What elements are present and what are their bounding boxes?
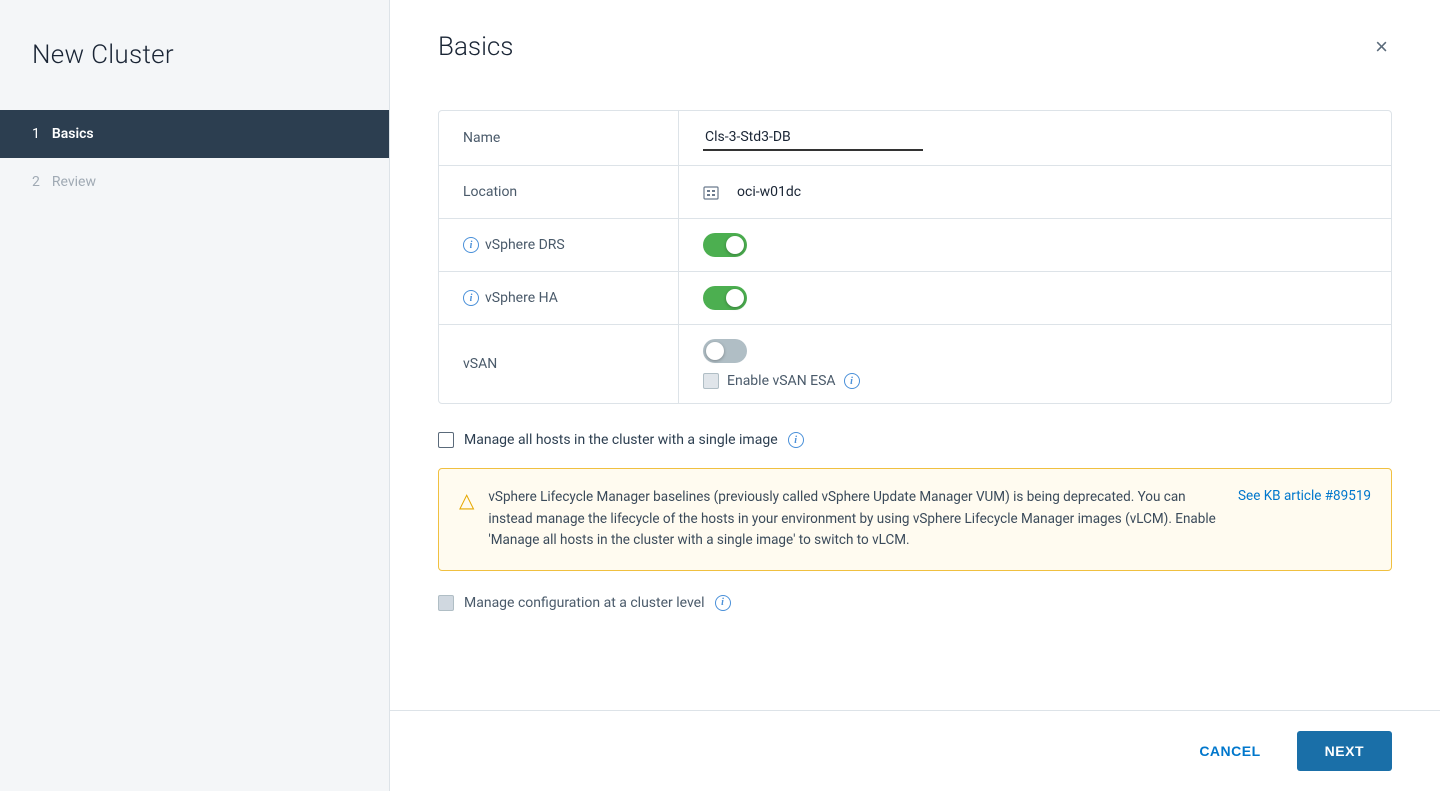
location-label: Location: [439, 166, 679, 218]
vsan-value-cell: Enable vSAN ESA i: [679, 325, 1391, 403]
vsphere-drs-label-cell: i vSphere DRS: [439, 219, 679, 271]
main-body: Name Location oci-w01dc i: [390, 86, 1440, 710]
step-2-number: 2: [32, 174, 40, 190]
vsan-esa-info-icon[interactable]: i: [844, 373, 860, 389]
step-1-label: Basics: [52, 126, 94, 142]
close-button[interactable]: ×: [1371, 32, 1392, 62]
config-row: Manage configuration at a cluster level …: [438, 595, 1392, 611]
single-image-info-icon[interactable]: i: [788, 432, 804, 448]
sidebar: New Cluster 1 Basics 2 Review: [0, 0, 390, 791]
name-row: Name: [439, 111, 1391, 166]
warning-triangle-icon: △: [459, 488, 474, 552]
warning-banner: △ vSphere Lifecycle Manager baselines (p…: [438, 468, 1392, 571]
basics-form: Name Location oci-w01dc i: [438, 110, 1392, 404]
step-1-number: 1: [32, 126, 40, 142]
vsan-esa-row: Enable vSAN ESA i: [703, 373, 866, 389]
vsphere-drs-row: i vSphere DRS: [439, 219, 1391, 272]
location-value-cell: oci-w01dc: [679, 166, 1391, 218]
step-basics[interactable]: 1 Basics: [0, 110, 389, 158]
vsan-toggle[interactable]: [703, 339, 747, 363]
config-label: Manage configuration at a cluster level: [464, 595, 705, 611]
vsan-esa-checkbox[interactable]: [703, 373, 719, 389]
single-image-label: Manage all hosts in the cluster with a s…: [464, 432, 778, 448]
vsphere-drs-toggle[interactable]: [703, 233, 747, 257]
vsan-esa-label: Enable vSAN ESA: [727, 373, 836, 389]
name-label: Name: [439, 111, 679, 165]
cancel-button[interactable]: CANCEL: [1179, 733, 1280, 769]
vsphere-drs-value-cell: [679, 219, 1391, 271]
config-info-icon[interactable]: i: [715, 595, 731, 611]
step-2-label: Review: [52, 174, 96, 190]
sidebar-title: New Cluster: [0, 40, 389, 110]
vsphere-ha-toggle[interactable]: [703, 286, 747, 310]
single-image-checkbox[interactable]: [438, 432, 454, 448]
kb-article-link[interactable]: See KB article #89519: [1238, 488, 1371, 552]
warning-text: vSphere Lifecycle Manager baselines (pre…: [488, 487, 1224, 552]
vsphere-ha-info-icon[interactable]: i: [463, 290, 479, 306]
config-checkbox[interactable]: [438, 595, 454, 611]
main-panel: Basics × Name Location oci-w: [390, 0, 1440, 791]
vsan-label-cell: vSAN: [439, 325, 679, 403]
vsphere-ha-label-cell: i vSphere HA: [439, 272, 679, 324]
vsphere-ha-value-cell: [679, 272, 1391, 324]
name-value-cell: [679, 111, 1391, 165]
step-review[interactable]: 2 Review: [0, 158, 389, 206]
next-button[interactable]: NEXT: [1297, 731, 1392, 771]
step-list: 1 Basics 2 Review: [0, 110, 389, 206]
single-image-row: Manage all hosts in the cluster with a s…: [438, 432, 1392, 448]
main-footer: CANCEL NEXT: [390, 710, 1440, 791]
vsphere-drs-info-icon[interactable]: i: [463, 237, 479, 253]
location-row: Location oci-w01dc: [439, 166, 1391, 219]
location-value: oci-w01dc: [737, 184, 801, 200]
name-input[interactable]: [703, 125, 923, 151]
vsphere-ha-row: i vSphere HA: [439, 272, 1391, 325]
main-title: Basics: [438, 32, 514, 62]
vsan-row: vSAN Enable vSAN ESA i: [439, 325, 1391, 403]
main-header: Basics ×: [390, 0, 1440, 86]
datacenter-icon: [703, 183, 723, 202]
